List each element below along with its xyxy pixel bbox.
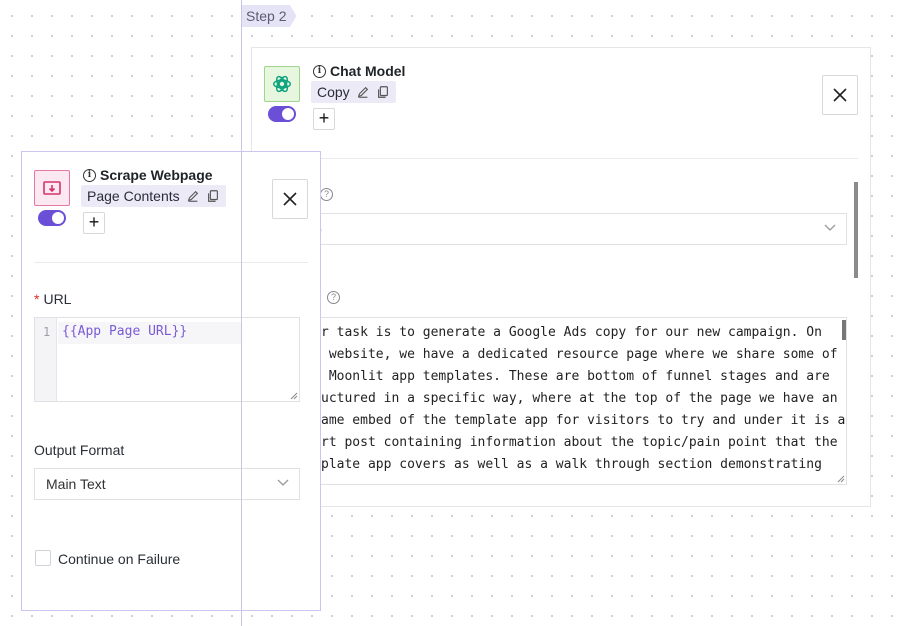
step-tag: Step 2 <box>242 5 297 27</box>
scrape-output-pill[interactable]: Page Contents <box>81 185 226 207</box>
resize-handle-icon[interactable] <box>290 392 298 400</box>
help-icon[interactable]: ? <box>320 188 333 201</box>
url-input[interactable]: 1 {{App Page URL}} <box>34 317 300 402</box>
prompt-line: website, we have a dedicated resource pa… <box>321 347 838 362</box>
close-button[interactable] <box>822 75 858 115</box>
continue-on-failure-label: Continue on Failure <box>58 551 181 567</box>
scrape-title: i Scrape Webpage <box>83 167 213 183</box>
url-value: {{App Page URL}} <box>62 324 188 339</box>
info-icon[interactable]: i <box>313 64 326 78</box>
chevron-down-icon <box>277 479 289 486</box>
chat-model-divider <box>302 158 858 159</box>
chevron-down-icon <box>824 224 836 231</box>
prompt-scrollbar[interactable] <box>842 320 846 340</box>
output-format-select[interactable]: Main Text <box>34 468 300 500</box>
chat-model-output-pill[interactable]: Copy <box>311 81 396 103</box>
openai-icon <box>264 66 300 102</box>
copy-icon[interactable] <box>206 189 220 203</box>
url-label: * URL <box>34 291 72 307</box>
chat-model-toggle[interactable] <box>268 106 296 122</box>
panel-scrollbar[interactable] <box>854 182 858 278</box>
prompt-editor[interactable]: r task is to generate a Google Ads copy … <box>312 317 847 485</box>
info-icon[interactable]: i <box>83 168 96 182</box>
prompt-line: ame embed of the template app for visito… <box>321 413 846 428</box>
prompt-line: r task is to generate a Google Ads copy … <box>321 325 822 340</box>
copy-icon[interactable] <box>376 85 390 99</box>
close-icon <box>833 88 847 102</box>
close-button[interactable] <box>272 179 308 219</box>
scrape-webpage-card[interactable]: i Scrape Webpage Page Contents + * URL 1 … <box>21 151 321 611</box>
canvas-guide-line <box>241 0 242 626</box>
help-icon[interactable]: ? <box>327 291 340 304</box>
prompt-line: rt post containing information about the… <box>321 435 838 450</box>
output-format-label: Output Format <box>34 442 125 458</box>
edit-icon[interactable] <box>186 189 200 203</box>
chat-model-card[interactable]: i Chat Model Copy + ? o ? r task is to g… <box>251 47 871 507</box>
download-page-icon <box>34 170 70 206</box>
prompt-line: plate app covers as well as a walk throu… <box>321 457 822 472</box>
resize-handle-icon[interactable] <box>837 475 845 483</box>
line-gutter: 1 <box>35 318 57 401</box>
add-output-button[interactable]: + <box>83 212 105 234</box>
prompt-line: uctured in a specific way, where at the … <box>321 391 838 406</box>
scrape-toggle[interactable] <box>38 210 66 226</box>
add-output-button[interactable]: + <box>313 108 335 130</box>
scrape-divider <box>34 262 308 263</box>
chat-model-title: i Chat Model <box>313 63 405 79</box>
close-icon <box>283 192 297 206</box>
prompt-line: Moonlit app templates. These are bottom … <box>321 369 830 384</box>
continue-on-failure-checkbox[interactable] <box>35 550 51 566</box>
model-select[interactable]: o <box>302 213 847 245</box>
edit-icon[interactable] <box>356 85 370 99</box>
